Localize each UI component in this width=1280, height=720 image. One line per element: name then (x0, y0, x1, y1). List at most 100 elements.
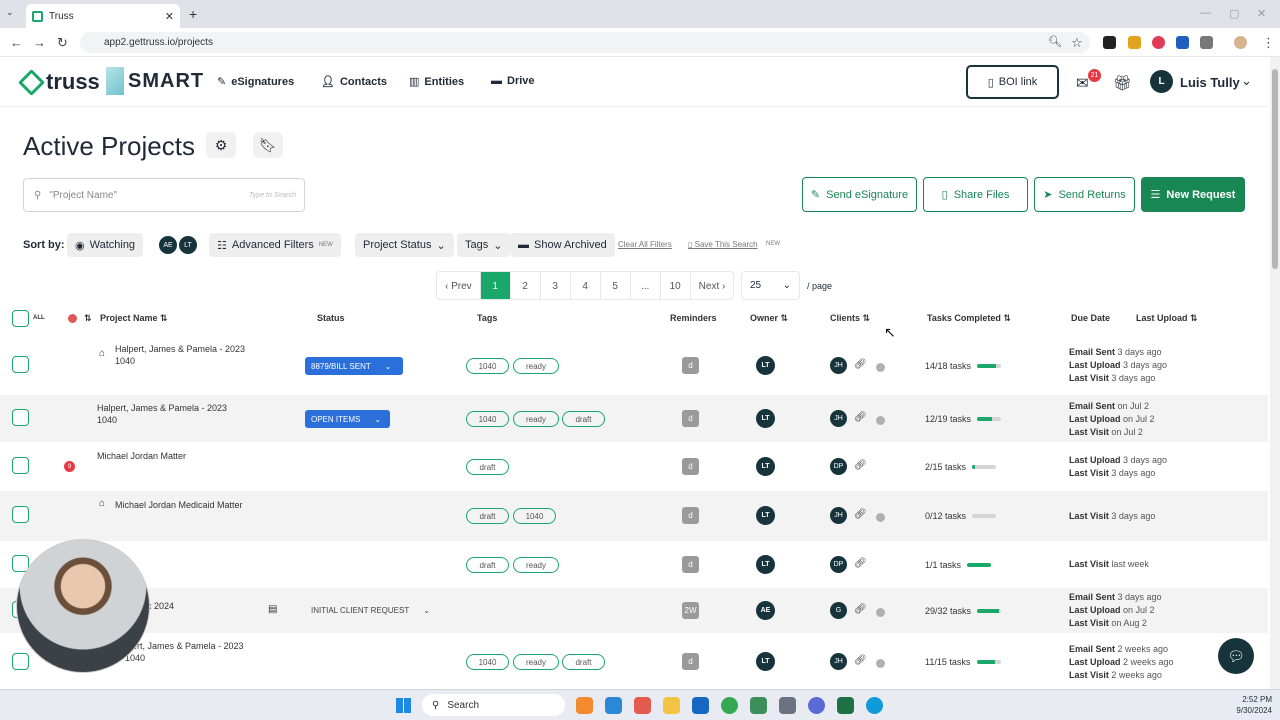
link-icon[interactable]: 🔗︎ (854, 412, 867, 423)
owner-avatar[interactable]: LT (756, 506, 775, 525)
owner-avatar[interactable]: LT (756, 356, 775, 375)
reminder-badge[interactable]: d (682, 507, 699, 524)
filter-avatar-lt[interactable]: LT (179, 236, 197, 254)
browser-menu-icon[interactable]: ⋮ (1262, 35, 1275, 51)
browser-tab[interactable]: Truss ✕ (26, 4, 180, 28)
row-checkbox[interactable] (12, 653, 29, 670)
tag-chip[interactable]: draft (562, 411, 605, 427)
settings-gear-button[interactable]: ⚙ (206, 132, 236, 158)
edge-icon[interactable] (866, 697, 883, 714)
close-window-icon[interactable]: ✕ (1257, 7, 1266, 20)
tag-chip[interactable]: ready (513, 654, 559, 670)
app-icon[interactable] (779, 697, 796, 714)
tag-chip[interactable]: 1040 (466, 654, 509, 670)
client-avatar[interactable]: DP (830, 556, 847, 573)
bookmark-star-icon[interactable]: ☆ (1071, 35, 1083, 51)
col-last-upload[interactable]: Last Upload ⇅ (1136, 313, 1198, 324)
table-row[interactable]: draft ready d LT DP 🔗︎ 1/1 tasks Last Vi… (0, 541, 1268, 588)
reminder-badge[interactable]: d (682, 556, 699, 573)
truss-logo[interactable]: truss (18, 68, 100, 96)
extension-red-icon[interactable] (1152, 36, 1165, 49)
copilot-icon[interactable] (576, 697, 593, 714)
prev-page-button[interactable]: ‹ Prev (437, 272, 481, 299)
page-button[interactable]: 4 (571, 272, 601, 299)
link-icon[interactable]: 🔗︎ (854, 509, 867, 520)
boi-link-button[interactable]: ▯ BOI link (966, 65, 1059, 99)
reminder-badge[interactable]: 2W (682, 602, 699, 619)
nav-contacts[interactable]: 👤︎ Contacts (321, 75, 387, 89)
project-name[interactable]: c 2024 (147, 600, 174, 612)
save-search-link[interactable]: ▯ Save This Search (688, 240, 758, 249)
project-name[interactable]: Halpert, James & Pamela - 2023 1040 (115, 343, 245, 367)
client-avatar[interactable]: JH (830, 507, 847, 524)
extensions-puzzle-icon[interactable] (1200, 36, 1213, 49)
tag-chip[interactable]: 1040 (466, 358, 509, 374)
page-button[interactable]: 10 (661, 272, 691, 299)
tag-chip[interactable]: draft (562, 654, 605, 670)
client-avatar[interactable]: DP (830, 458, 847, 475)
filter-avatar-ae[interactable]: AE (159, 236, 177, 254)
watching-filter[interactable]: ◉ Watching (67, 233, 144, 257)
client-avatar[interactable]: JH (830, 357, 847, 374)
back-icon[interactable]: ← (10, 35, 23, 50)
maximize-icon[interactable]: ▢ (1229, 7, 1239, 20)
client-avatar[interactable]: G (830, 602, 847, 619)
link-icon[interactable]: 🔗︎ (854, 460, 867, 471)
notification-filter-dot[interactable] (68, 314, 77, 323)
col-tasks-completed[interactable]: Tasks Completed ⇅ (927, 313, 1011, 324)
send-esignature-button[interactable]: ✎ Send eSignature (802, 177, 917, 212)
table-row[interactable]: ⌂ Michael Jordan Medicaid Matter draft 1… (0, 491, 1268, 541)
project-search-input[interactable]: ⚲ "Project Name" Type to Search (23, 178, 305, 212)
status-dropdown[interactable]: INITIAL CLIENT REQUEST ⌄ (305, 601, 438, 619)
scrollbar-thumb[interactable] (1272, 69, 1278, 269)
extension-pen-icon[interactable] (1103, 36, 1116, 49)
select-all-checkbox[interactable] (12, 310, 29, 327)
tags-dropdown[interactable]: Tags ⌄ (457, 233, 511, 257)
extension-blue-icon[interactable] (1176, 36, 1189, 49)
settings-icon[interactable] (808, 697, 825, 714)
chat-button[interactable]: 💬︎ (1218, 638, 1254, 674)
new-tab-icon[interactable]: + (189, 6, 197, 22)
notes-icon[interactable]: ▤ (268, 604, 277, 615)
col-due-date[interactable]: Due Date (1071, 313, 1110, 323)
status-dropdown[interactable]: OPEN ITEMS ⌄ (305, 410, 390, 428)
page-button[interactable]: 2 (511, 272, 541, 299)
excel-icon[interactable] (837, 697, 854, 714)
tag-chip[interactable]: draft (466, 459, 509, 475)
tag-chip[interactable]: ready (513, 358, 559, 374)
table-row[interactable]: ⌂ Halpert, James & Pamela - 2023 1040 88… (0, 334, 1268, 395)
page-button[interactable]: 1 (480, 272, 511, 299)
sort-icon[interactable]: ⇅ (84, 313, 92, 324)
status-dropdown[interactable]: 8879/BILL SENT ⌄ (305, 357, 403, 375)
col-clients[interactable]: Clients ⇅ (830, 313, 870, 324)
tag-chip[interactable]: ready (513, 557, 559, 573)
per-page-select[interactable]: 25 ⌄ (741, 271, 800, 300)
table-row[interactable]: lpert, James & Pamela - 2023 1040 1040 r… (0, 633, 1268, 689)
zoom-icon[interactable]: 🔍︎ (1048, 35, 1062, 48)
inbox-icon[interactable]: ✉ (1076, 74, 1089, 92)
system-clock[interactable]: 2:52 PM 9/30/2024 (1222, 694, 1272, 716)
tab-list-chevron-icon[interactable]: ⌄ (6, 7, 14, 18)
windows-start-icon[interactable] (396, 698, 411, 713)
new-request-button[interactable]: ☰ New Request (1141, 177, 1245, 212)
user-name[interactable]: Luis Tully (1180, 75, 1240, 90)
row-checkbox[interactable] (12, 356, 29, 373)
project-name[interactable]: lpert, James & Pamela - 2023 1040 (125, 640, 244, 664)
row-checkbox[interactable] (12, 409, 29, 426)
tag-chip[interactable]: draft (466, 557, 509, 573)
reminder-badge[interactable]: d (682, 458, 699, 475)
nav-drive[interactable]: ▬ Drive (491, 75, 535, 87)
client-avatar[interactable]: JH (830, 410, 847, 427)
tag-chip[interactable]: draft (466, 508, 509, 524)
owner-avatar[interactable]: LT (756, 555, 775, 574)
owner-avatar[interactable]: LT (756, 652, 775, 671)
reminder-badge[interactable]: d (682, 410, 699, 427)
table-row[interactable]: Halpert, James & Pamela - 2023 1040 OPEN… (0, 395, 1268, 442)
user-avatar[interactable]: L (1150, 70, 1173, 93)
client-avatar[interactable]: JH (830, 653, 847, 670)
tag-chip[interactable]: 1040 (513, 508, 556, 524)
advanced-filters-button[interactable]: ☷ Advanced Filters NEW (209, 233, 341, 257)
owner-avatar[interactable]: LT (756, 457, 775, 476)
app-icon[interactable] (750, 697, 767, 714)
app-icon[interactable] (634, 697, 651, 714)
